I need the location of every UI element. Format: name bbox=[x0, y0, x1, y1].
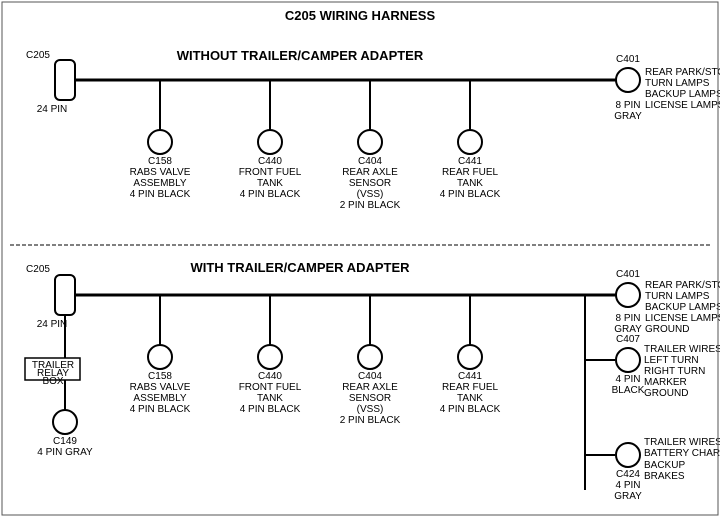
c407-pin: 4 PIN bbox=[615, 374, 640, 385]
c424-color: GRAY bbox=[614, 491, 642, 502]
c404-bot-desc3: (VSS) bbox=[357, 404, 384, 415]
c205-top-pin: 24 PIN bbox=[37, 104, 68, 115]
c401-top-pin: 8 PIN bbox=[615, 100, 640, 111]
c401-top-color: GRAY bbox=[614, 111, 642, 122]
c401-top-desc1: REAR PARK/STOP bbox=[645, 67, 720, 78]
c158-top-desc2: ASSEMBLY bbox=[133, 178, 186, 189]
c401-bot-desc5: GROUND bbox=[645, 324, 689, 335]
c158-bot-desc1: RABS VALVE bbox=[130, 382, 191, 393]
c401-bot-desc3: BACKUP LAMPS bbox=[645, 302, 720, 313]
c404-bot-label: C404 bbox=[358, 371, 382, 382]
wiring-diagram: C205 WIRING HARNESS WITHOUT TRAILER/CAMP… bbox=[0, 0, 720, 517]
c158-top-desc1: RABS VALVE bbox=[130, 167, 191, 178]
c401-top-desc3: BACKUP LAMPS bbox=[645, 89, 720, 100]
c440-top-desc3: 4 PIN BLACK bbox=[240, 189, 301, 200]
c401-top-label: C401 bbox=[616, 54, 640, 65]
c440-top-desc2: TANK bbox=[257, 178, 283, 189]
c440-bot-desc1: FRONT FUEL bbox=[239, 382, 302, 393]
c149-label: C149 bbox=[53, 436, 77, 447]
c404-top-desc3: (VSS) bbox=[357, 189, 384, 200]
c401-bot-desc1: REAR PARK/STOP bbox=[645, 280, 720, 291]
c441-top-desc1: REAR FUEL bbox=[442, 167, 499, 178]
c424-desc4: BRAKES bbox=[644, 471, 685, 482]
c424-pin: 4 PIN bbox=[615, 480, 640, 491]
top-section-title: WITHOUT TRAILER/CAMPER ADAPTER bbox=[177, 48, 424, 63]
c441-bot-label: C441 bbox=[458, 371, 482, 382]
c158-bot-desc2: ASSEMBLY bbox=[133, 393, 186, 404]
c440-bot-label: C440 bbox=[258, 371, 282, 382]
c407-desc5: GROUND bbox=[644, 388, 688, 399]
c401-bot-label: C401 bbox=[616, 269, 640, 280]
c424-desc1: TRAILER WIRES bbox=[644, 437, 720, 448]
c424-desc3: BACKUP bbox=[644, 460, 685, 471]
c404-bot-desc2: SENSOR bbox=[349, 393, 391, 404]
c441-bot-desc2: TANK bbox=[457, 393, 483, 404]
c407-desc4: MARKER bbox=[644, 377, 687, 388]
c441-top-desc3: 4 PIN BLACK bbox=[440, 189, 501, 200]
c407-label: C407 bbox=[616, 334, 640, 345]
c424-label: C424 bbox=[616, 469, 640, 480]
c441-bot-desc1: REAR FUEL bbox=[442, 382, 499, 393]
diagram-title: C205 WIRING HARNESS bbox=[285, 8, 436, 23]
c440-top-desc1: FRONT FUEL bbox=[239, 167, 302, 178]
c440-bot-desc3: 4 PIN BLACK bbox=[240, 404, 301, 415]
c424-desc2: BATTERY CHARGE bbox=[644, 448, 720, 459]
c404-top-desc4: 2 PIN BLACK bbox=[340, 200, 401, 211]
c401-bot-pin: 8 PIN bbox=[615, 313, 640, 324]
trailer-relay-label3: BOX bbox=[42, 376, 63, 387]
c205-bot-label: C205 bbox=[26, 264, 50, 275]
c404-bot-desc4: 2 PIN BLACK bbox=[340, 415, 401, 426]
c401-top-desc4: LICENSE LAMPS bbox=[645, 100, 720, 111]
c401-top-desc2: TURN LAMPS bbox=[645, 78, 710, 89]
c158-top-desc3: 4 PIN BLACK bbox=[130, 189, 191, 200]
c158-top-label: C158 bbox=[148, 156, 172, 167]
c205-top-label: C205 bbox=[26, 50, 50, 61]
c149-desc: 4 PIN GRAY bbox=[37, 447, 93, 458]
c404-top-desc1: REAR AXLE bbox=[342, 167, 398, 178]
c440-bot-desc2: TANK bbox=[257, 393, 283, 404]
c407-color: BLACK bbox=[612, 385, 645, 396]
c158-bot-desc3: 4 PIN BLACK bbox=[130, 404, 191, 415]
c441-bot-desc3: 4 PIN BLACK bbox=[440, 404, 501, 415]
c404-top-label: C404 bbox=[358, 156, 382, 167]
c404-top-desc2: SENSOR bbox=[349, 178, 391, 189]
c440-top-label: C440 bbox=[258, 156, 282, 167]
c404-bot-desc1: REAR AXLE bbox=[342, 382, 398, 393]
c401-bot-desc4: LICENSE LAMPS bbox=[645, 313, 720, 324]
c407-desc1: TRAILER WIRES bbox=[644, 344, 720, 355]
c205-bot-pin: 24 PIN bbox=[37, 319, 68, 330]
c407-desc3: RIGHT TURN bbox=[644, 366, 705, 377]
c158-bot-label: C158 bbox=[148, 371, 172, 382]
c401-bot-desc2: TURN LAMPS bbox=[645, 291, 710, 302]
c441-top-label: C441 bbox=[458, 156, 482, 167]
bottom-section-title: WITH TRAILER/CAMPER ADAPTER bbox=[190, 260, 410, 275]
c407-desc2: LEFT TURN bbox=[644, 355, 699, 366]
c441-top-desc2: TANK bbox=[457, 178, 483, 189]
